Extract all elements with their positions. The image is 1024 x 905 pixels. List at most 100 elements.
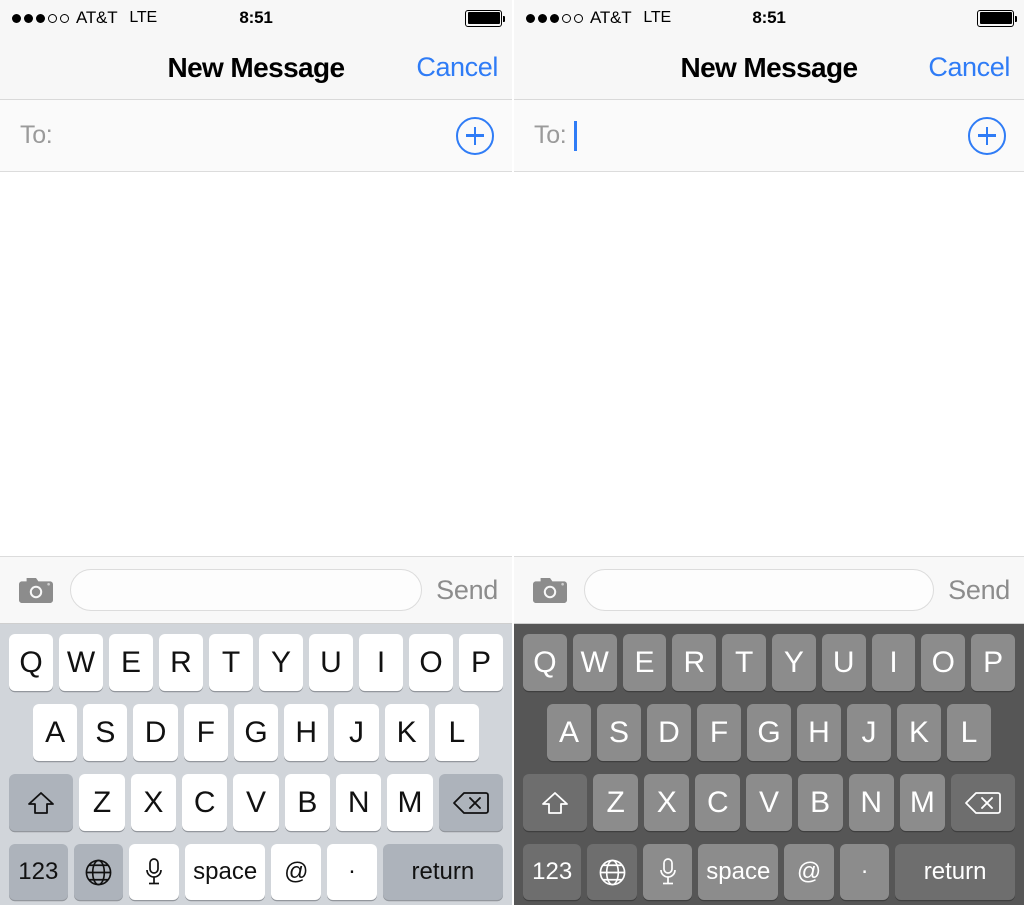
shift-up-arrow-icon[interactable] <box>9 774 74 831</box>
microphone-icon[interactable] <box>642 844 693 900</box>
to-recipient-field[interactable]: To: <box>514 100 1024 172</box>
key-P[interactable]: P <box>971 634 1015 691</box>
key-U[interactable]: U <box>821 634 866 691</box>
backspace-delete-icon[interactable] <box>950 774 1016 831</box>
key-Z[interactable]: Z <box>79 774 125 831</box>
plus-circle-icon[interactable] <box>968 116 1006 155</box>
send-button[interactable]: Send <box>948 575 1010 606</box>
key-Q[interactable]: Q <box>9 634 53 691</box>
key-B[interactable]: B <box>284 774 330 831</box>
signal-dot-filled <box>24 13 33 23</box>
key-D[interactable]: D <box>647 704 691 761</box>
return-key[interactable]: return <box>382 844 503 900</box>
key-P[interactable]: P <box>459 634 503 691</box>
signal-dot-filled <box>12 13 21 23</box>
numbers-key[interactable]: 123 <box>523 844 582 900</box>
status-bar-right <box>977 9 1017 27</box>
key-A[interactable]: A <box>33 704 78 761</box>
key-U[interactable]: U <box>309 634 353 691</box>
send-button[interactable]: Send <box>436 575 498 606</box>
key-S[interactable]: S <box>83 704 128 761</box>
key-G[interactable]: G <box>747 704 791 761</box>
key-C[interactable]: C <box>182 774 228 831</box>
key-F[interactable]: F <box>697 704 741 761</box>
key-K[interactable]: K <box>897 704 941 761</box>
at-symbol-key[interactable]: @ <box>784 844 834 900</box>
key-J[interactable]: J <box>334 704 379 761</box>
key-E[interactable]: E <box>622 634 667 691</box>
camera-icon[interactable] <box>16 575 56 605</box>
period-key[interactable]: . <box>327 844 377 900</box>
message-text-input[interactable] <box>70 569 423 611</box>
key-E[interactable]: E <box>109 634 153 691</box>
signal-dot-filled <box>550 13 559 23</box>
key-A[interactable]: A <box>547 704 591 761</box>
numbers-key[interactable]: 123 <box>9 844 68 900</box>
space-key[interactable]: space <box>184 844 266 900</box>
key-J[interactable]: J <box>847 704 891 761</box>
key-O[interactable]: O <box>409 634 453 691</box>
key-R[interactable]: R <box>159 634 203 691</box>
signal-dot-empty <box>48 13 57 23</box>
key-D[interactable]: D <box>133 704 178 761</box>
camera-icon[interactable] <box>530 575 570 605</box>
key-N[interactable]: N <box>336 774 382 831</box>
key-I[interactable]: I <box>359 634 403 691</box>
key-C[interactable]: C <box>695 774 741 831</box>
return-key[interactable]: return <box>895 844 1015 900</box>
globe-language-icon[interactable] <box>73 844 124 900</box>
to-recipient-field[interactable]: To: <box>0 100 512 172</box>
key-X[interactable]: X <box>130 774 177 831</box>
backspace-delete-icon[interactable] <box>438 774 504 831</box>
key-K[interactable]: K <box>384 704 429 761</box>
at-symbol-key[interactable]: @ <box>271 844 322 900</box>
plus-circle-icon[interactable] <box>456 116 494 155</box>
keyboard-row-2: A S D F G H J K L <box>517 704 1021 761</box>
signal-strength-dots <box>526 13 583 23</box>
keyboard-row-4: 123 space @ . return <box>3 844 509 900</box>
key-W[interactable]: W <box>572 634 617 691</box>
keyboard-row-3: Z X C V B N M <box>517 774 1021 831</box>
key-M[interactable]: M <box>899 774 945 831</box>
key-L[interactable]: L <box>434 704 479 761</box>
key-M[interactable]: M <box>387 774 433 831</box>
conversation-body <box>0 172 512 556</box>
navigation-bar: New Message Cancel <box>0 36 512 100</box>
key-T[interactable]: T <box>722 634 766 691</box>
key-R[interactable]: R <box>672 634 717 691</box>
status-bar: AT&T LTE 8:51 <box>0 0 512 36</box>
cancel-button[interactable]: Cancel <box>416 52 498 83</box>
globe-language-icon[interactable] <box>587 844 637 900</box>
key-N[interactable]: N <box>848 774 894 831</box>
key-G[interactable]: G <box>233 704 279 761</box>
key-Z[interactable]: Z <box>593 774 639 831</box>
key-Q[interactable]: Q <box>523 634 567 691</box>
key-Y[interactable]: Y <box>772 634 816 691</box>
space-key[interactable]: space <box>698 844 779 900</box>
to-field-label: To: <box>534 121 567 149</box>
message-text-input[interactable] <box>584 569 935 611</box>
key-V[interactable]: V <box>233 774 279 831</box>
carrier-label: AT&T <box>76 8 118 27</box>
shift-up-arrow-icon[interactable] <box>522 774 588 831</box>
key-H[interactable]: H <box>797 704 841 761</box>
key-X[interactable]: X <box>644 774 690 831</box>
keyboard-row-3: Z X C V B N M <box>3 774 509 831</box>
microphone-icon[interactable] <box>129 844 179 900</box>
key-B[interactable]: B <box>797 774 843 831</box>
key-I[interactable]: I <box>871 634 916 691</box>
key-H[interactable]: H <box>284 704 329 761</box>
signal-dot-filled <box>538 13 547 23</box>
key-O[interactable]: O <box>921 634 966 691</box>
key-W[interactable]: W <box>59 634 103 691</box>
key-S[interactable]: S <box>597 704 641 761</box>
key-Y[interactable]: Y <box>259 634 303 691</box>
key-T[interactable]: T <box>209 634 253 691</box>
message-input-bar: Send <box>514 556 1024 624</box>
period-key[interactable]: . <box>839 844 890 900</box>
cancel-button[interactable]: Cancel <box>928 52 1010 83</box>
network-mode-label: LTE <box>129 9 157 26</box>
key-V[interactable]: V <box>746 774 792 831</box>
key-L[interactable]: L <box>947 704 991 761</box>
key-F[interactable]: F <box>183 704 228 761</box>
